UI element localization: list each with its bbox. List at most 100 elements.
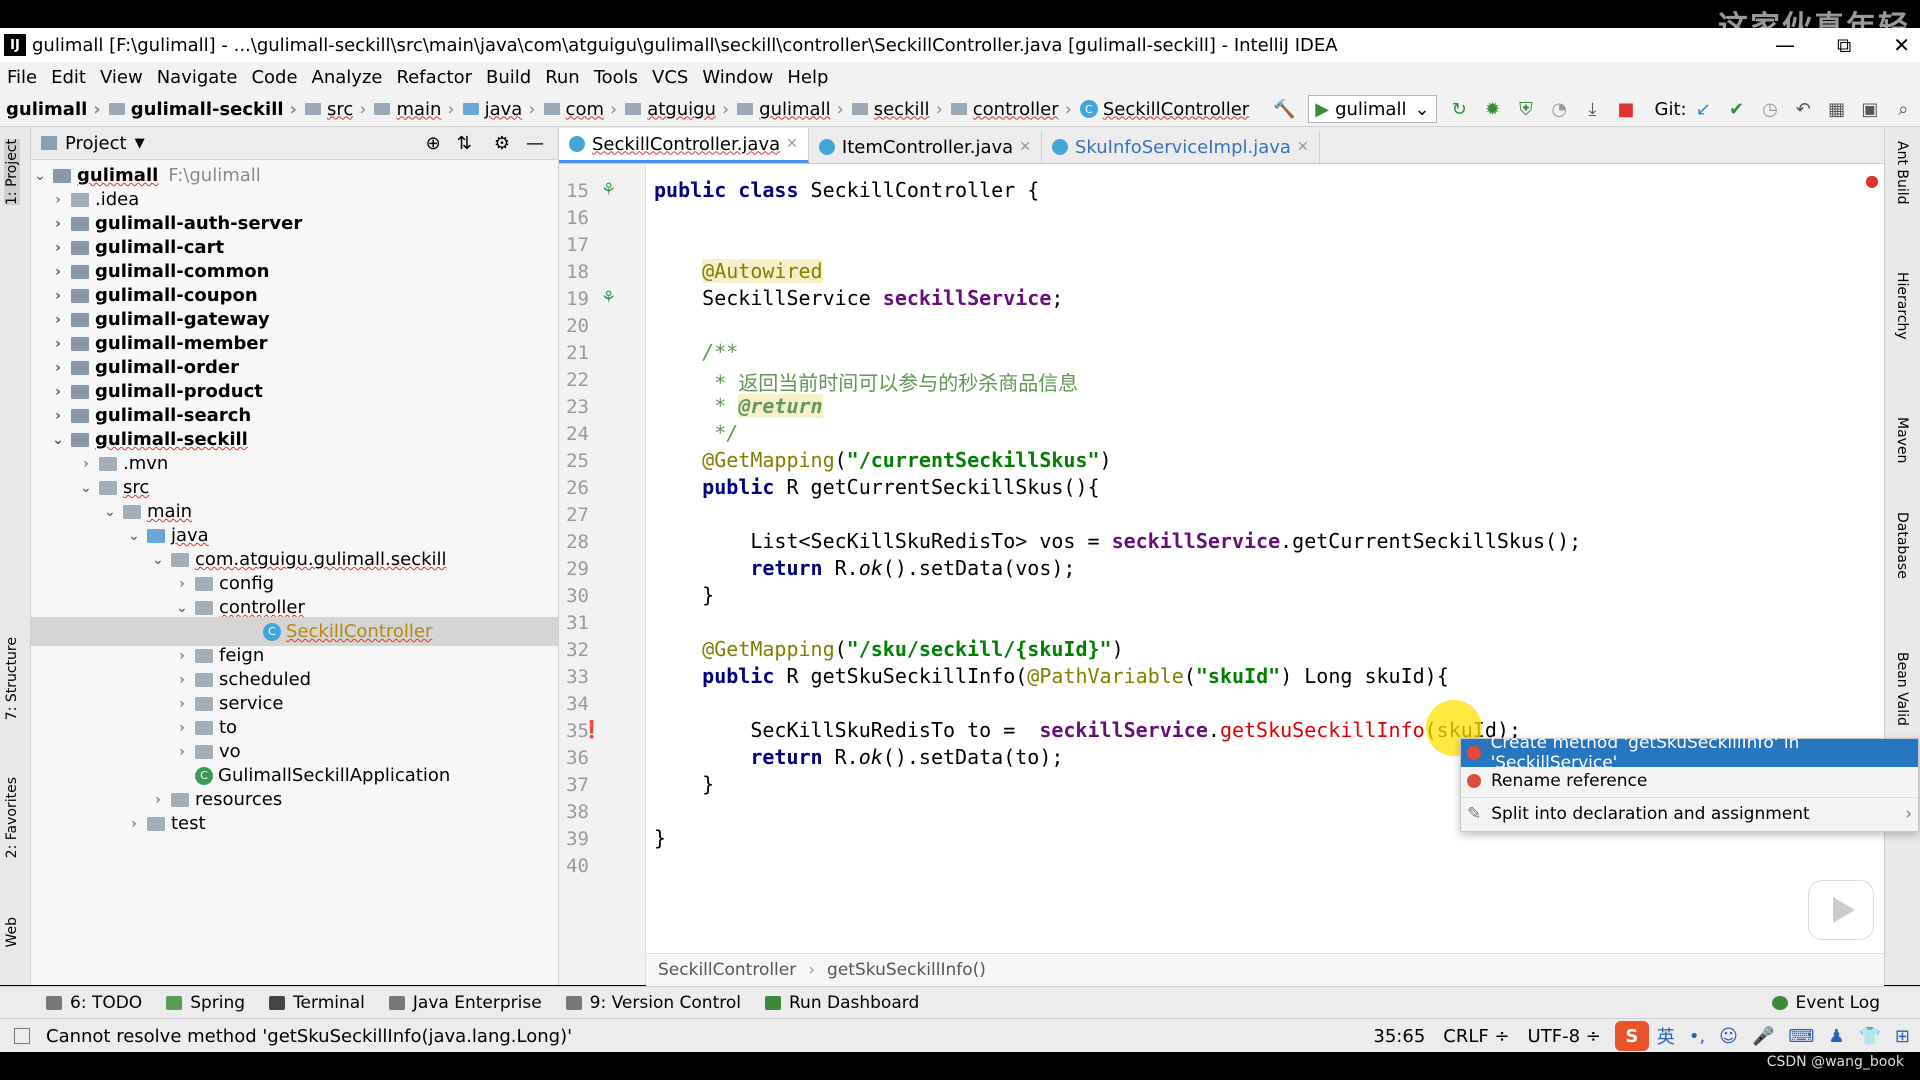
close-tab-icon[interactable]: ✕ [1019,139,1031,155]
ime-voice-icon[interactable]: 🎤 [1752,1026,1774,1047]
chevron-right-icon: › [179,575,185,592]
file-encoding[interactable]: UTF-8 ÷ [1528,1026,1601,1047]
crumb-java[interactable]: java › [459,99,536,120]
tab-web[interactable]: Web [4,917,20,948]
collapse-all-icon[interactable]: ⇅ [457,133,472,154]
tab-skuinfo-service-impl[interactable]: SkuInfoServiceImpl.java ✕ [1042,131,1320,163]
error-stripe-icon[interactable]: ● [1865,171,1879,190]
tree-item-test[interactable]: › test [125,809,205,838]
project-view-dropdown[interactable]: Project [65,133,127,154]
project-icon [41,136,57,150]
project-structure-icon[interactable]: ▦ [1827,98,1846,120]
menu-navigate[interactable]: Navigate [150,67,245,88]
package-icon [195,744,213,759]
menu-edit[interactable]: Edit [44,67,93,88]
tab-structure[interactable]: 7: Structure [4,637,20,720]
locate-icon[interactable]: ⊕ [426,133,441,154]
ime-toolbox-icon[interactable]: ⊞ [1895,1026,1910,1047]
tab-favorites[interactable]: 2: Favorites [4,777,20,858]
hide-panel-icon[interactable]: — [526,133,544,154]
sogou-ime-icon[interactable]: S [1614,1021,1649,1051]
crumb-module[interactable]: gulimall-seckill › [105,99,297,120]
crumb-class[interactable]: C SeckillController [1076,99,1249,120]
tool-todo[interactable]: 6: TODO [46,993,142,1013]
menu-code[interactable]: Code [244,67,304,88]
ime-emoji-icon[interactable]: ☺ [1719,1026,1738,1047]
tool-terminal[interactable]: Terminal [269,993,365,1013]
run-config-dropdown[interactable]: ▶ gulimall ⌄ [1308,95,1437,123]
ime-skin-icon[interactable]: 👕 [1858,1026,1880,1047]
ime-punct-icon[interactable]: •, [1689,1026,1705,1047]
toggle-panels-icon[interactable] [14,1028,30,1044]
crumb-atguigu[interactable]: atguigu › [621,99,729,120]
close-button[interactable]: ✕ [1893,33,1910,57]
menu-window[interactable]: Window [695,67,780,88]
chevron-down-icon[interactable]: ▼ [135,136,145,151]
menu-view[interactable]: View [93,67,150,88]
tab-database[interactable]: Database [1894,512,1910,579]
tool-run-dashboard[interactable]: Run Dashboard [765,993,919,1013]
crumb-project[interactable]: gulimall › [6,99,101,120]
rerun-icon[interactable]: ↻ [1450,98,1469,120]
crumb-seckill[interactable]: seckill › [848,99,943,120]
tab-item-controller[interactable]: ItemController.java ✕ [809,131,1042,163]
presentation-icon[interactable]: ▣ [1860,98,1879,120]
menu-analyze[interactable]: Analyze [305,67,390,88]
error-bulb-icon[interactable]: ❗ [581,720,602,740]
spring-bean-gutter-icon[interactable]: ⚘ [601,180,616,200]
spring-bean-gutter-icon[interactable]: ⚘ [601,288,616,308]
breadcrumb-class[interactable]: SeckillController [658,960,796,980]
chevron-down-icon: ⌄ [128,527,140,544]
minimize-button[interactable]: — [1775,33,1795,57]
menu-run[interactable]: Run [538,67,587,88]
git-rollback-icon[interactable]: ↶ [1794,98,1813,120]
chevron-right-icon: › [179,647,185,664]
close-tab-icon[interactable]: ✕ [786,136,798,152]
code-editor[interactable]: public class SeckillController { @Autowi… [646,164,1884,953]
crumb-gulimall[interactable]: gulimall › [733,99,844,120]
profiler-icon[interactable]: ◔ [1550,98,1569,120]
breadcrumb-method[interactable]: getSkuSeckillInfo() [827,960,986,980]
menu-file[interactable]: File [0,67,44,88]
crumb-main[interactable]: main › [370,99,455,120]
tree-item-seckill-controller-selected[interactable]: C SeckillController [31,617,558,646]
git-commit-icon[interactable]: ✔ [1727,98,1746,120]
caret-position[interactable]: 35:65 [1373,1026,1425,1047]
menu-tools[interactable]: Tools [587,67,645,88]
module-icon [71,408,89,423]
menu-help[interactable]: Help [780,67,835,88]
stop-icon[interactable]: ■ [1616,98,1635,120]
restore-button[interactable]: ⧉ [1837,33,1851,57]
coverage-icon[interactable]: ⛨ [1516,98,1535,120]
tool-java-enterprise[interactable]: Java Enterprise [388,993,542,1013]
git-history-icon[interactable]: ◷ [1760,98,1779,120]
tab-bean-validation[interactable]: Bean Valid [1894,652,1910,726]
crumb-src[interactable]: src › [301,99,366,120]
git-update-icon[interactable]: ↙ [1694,98,1713,120]
create-method-action[interactable]: Create method 'getSkuSeckillInfo' in 'Se… [1461,733,1918,773]
search-icon[interactable]: ⌕ [1894,98,1913,120]
build-hammer-icon[interactable]: 🔨 [1273,98,1295,120]
ime-user-icon[interactable]: ♟ [1828,1026,1844,1047]
tab-maven[interactable]: Maven [1894,417,1910,463]
close-tab-icon[interactable]: ✕ [1297,139,1309,155]
line-separator[interactable]: CRLF ÷ [1443,1026,1509,1047]
menu-build[interactable]: Build [479,67,538,88]
tab-ant-build[interactable]: Ant Build [1894,141,1910,205]
ime-lang-icon[interactable]: 英 [1657,1023,1675,1049]
debug-icon[interactable]: ✹ [1483,98,1502,120]
tab-hierarchy[interactable]: Hierarchy [1894,272,1910,340]
tool-spring[interactable]: Spring [166,993,245,1013]
menu-refactor[interactable]: Refactor [389,67,479,88]
tab-project[interactable]: 1: Project [4,139,20,205]
tool-event-log[interactable]: Event Log [1771,993,1880,1013]
attach-icon[interactable]: ⤓ [1583,98,1602,120]
split-declaration-action[interactable]: ✎ Split into declaration and assignment › [1461,800,1918,828]
crumb-com[interactable]: com › [540,99,617,120]
gear-icon[interactable]: ⚙ [494,133,510,154]
ime-keyboard-icon[interactable]: ⌨ [1788,1026,1814,1047]
crumb-controller[interactable]: controller › [947,99,1072,120]
tab-seckill-controller[interactable]: SeckillController.java ✕ [559,128,809,163]
tool-version-control[interactable]: 9: Version Control [565,993,741,1013]
menu-vcs[interactable]: VCS [645,67,695,88]
